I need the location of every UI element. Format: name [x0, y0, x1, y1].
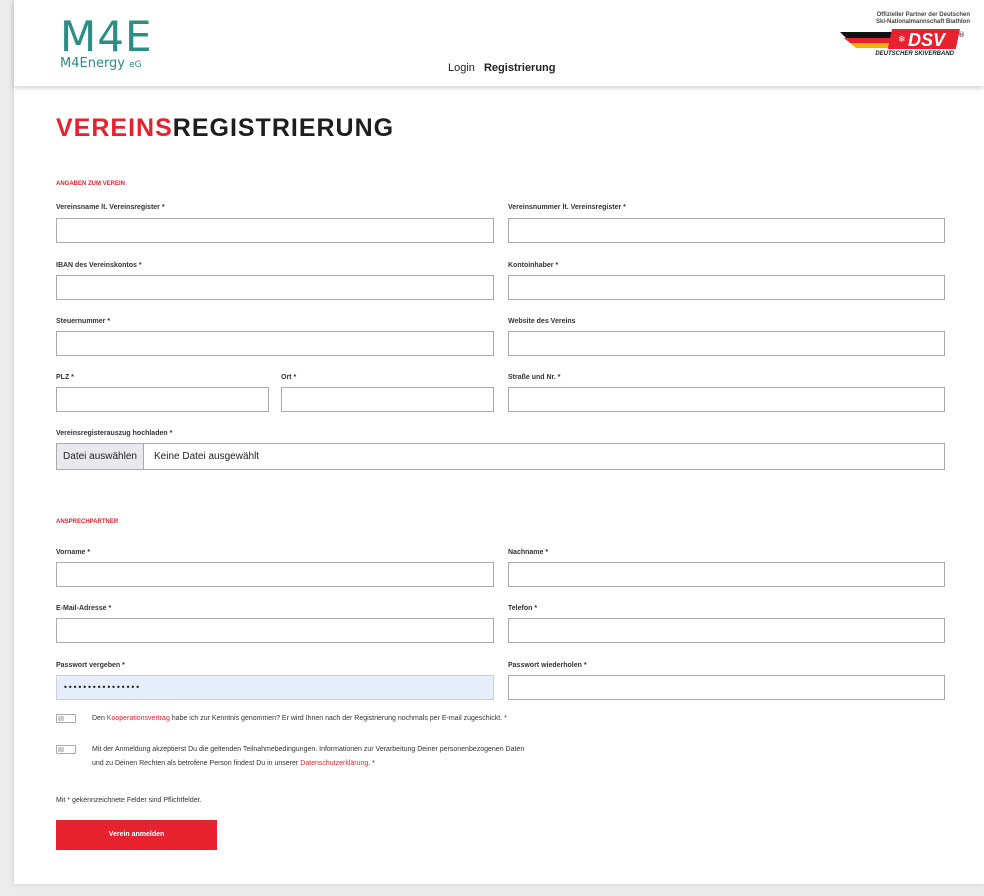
street-input[interactable]	[508, 387, 945, 412]
password-repeat-input[interactable]	[508, 675, 945, 700]
zip-input[interactable]	[56, 387, 269, 412]
club-name-input[interactable]	[56, 218, 494, 243]
club-number-input[interactable]	[508, 218, 945, 243]
partner-line-2: Ski-Nationalmannschaft Biathlon	[875, 19, 970, 25]
choose-file-button[interactable]: Datei auswählen	[57, 444, 144, 469]
city-label: Ort *	[281, 374, 297, 381]
last-name-input[interactable]	[508, 562, 945, 587]
page-title-main: REGISTRIERUNG	[172, 114, 395, 142]
phone-label: Telefon *	[508, 605, 538, 612]
partner-badge: Offizieller Partner der Deutschen Ski-Na…	[840, 12, 970, 57]
website-input[interactable]	[508, 331, 945, 356]
partner-name: DEUTSCHER SKIVERBAND	[875, 51, 954, 57]
first-name-label: Vorname *	[56, 549, 91, 556]
upload-label: Vereinsregisterauszug hochladen *	[56, 430, 173, 437]
zip-label: PLZ *	[56, 374, 74, 381]
page-container: M4E M4Energy eG Login Registrierung Offi…	[14, 0, 984, 884]
svg-text:®: ®	[958, 31, 965, 39]
iban-label: IBAN des Vereinskontos *	[56, 262, 142, 269]
club-name-label: Vereinsname lt. Vereinsregister *	[56, 204, 165, 211]
privacy-policy-link[interactable]: Datenschutzerklärung.	[300, 760, 370, 767]
password-input[interactable]: ••••••••••••••••	[56, 675, 494, 700]
page-title-accent: VEREINS	[56, 114, 173, 142]
nav-login-link[interactable]: Login	[448, 62, 475, 74]
register-club-button[interactable]: Verein anmelden	[56, 820, 217, 850]
partner-line-1: Offizieller Partner der Deutschen	[876, 12, 970, 18]
m4energy-logo[interactable]: M4E M4Energy eG	[60, 12, 153, 72]
account-holder-label: Kontoinhaber *	[508, 262, 559, 269]
street-label: Straße und Nr. *	[508, 374, 561, 381]
page-title: VEREINSREGISTRIERUNG	[56, 114, 394, 143]
account-holder-input[interactable]	[508, 275, 945, 300]
tax-number-label: Steuernummer *	[56, 318, 111, 325]
required-fields-note: Mit * gekennzeichnete Felder sind Pflich…	[56, 797, 202, 804]
privacy-checkbox[interactable]	[56, 745, 76, 754]
city-input[interactable]	[281, 387, 494, 412]
svg-text:❄: ❄	[898, 35, 906, 45]
password-repeat-label: Passwort wiederholen *	[508, 662, 587, 669]
email-input[interactable]	[56, 618, 494, 643]
nav-register-link[interactable]: Registrierung	[484, 62, 556, 74]
first-name-input[interactable]	[56, 562, 494, 587]
cooperation-checkbox[interactable]	[56, 714, 76, 723]
site-header: M4E M4Energy eG Login Registrierung Offi…	[14, 0, 984, 86]
register-extract-upload[interactable]: Datei auswählen Keine Datei ausgewählt	[56, 443, 945, 470]
upload-status: Keine Datei ausgewählt	[154, 451, 260, 462]
club-number-label: Vereinsnummer lt. Vereinsregister *	[508, 204, 626, 211]
phone-input[interactable]	[508, 618, 945, 643]
club-section-heading: ANGABEN ZUM VEREIN	[56, 181, 126, 187]
cooperation-consent: Den Kooperationsvertrag habe ich zur Ken…	[56, 712, 507, 726]
main-nav: Login Registrierung	[448, 62, 562, 74]
email-label: E-Mail-Adresse *	[56, 605, 112, 612]
last-name-label: Nachname *	[508, 549, 549, 556]
tax-number-input[interactable]	[56, 331, 494, 356]
contact-section-heading: ANSPRECHPARTNER	[56, 519, 119, 525]
logo-name: M4Energy eG	[60, 56, 142, 71]
password-label: Passwort vergeben *	[56, 662, 125, 669]
website-label: Website des Vereins	[508, 318, 576, 325]
logo-mark: M4E	[60, 12, 153, 61]
cooperation-contract-link[interactable]: Kooperationsvertrag	[107, 715, 170, 722]
iban-input[interactable]	[56, 275, 494, 300]
dsv-logo-icon: DSV ❄ ®	[840, 29, 965, 50]
privacy-consent: Mit der Anmeldung akzeptierst Du die gel…	[56, 743, 524, 771]
dsv-logo-text: DSV	[908, 30, 947, 50]
